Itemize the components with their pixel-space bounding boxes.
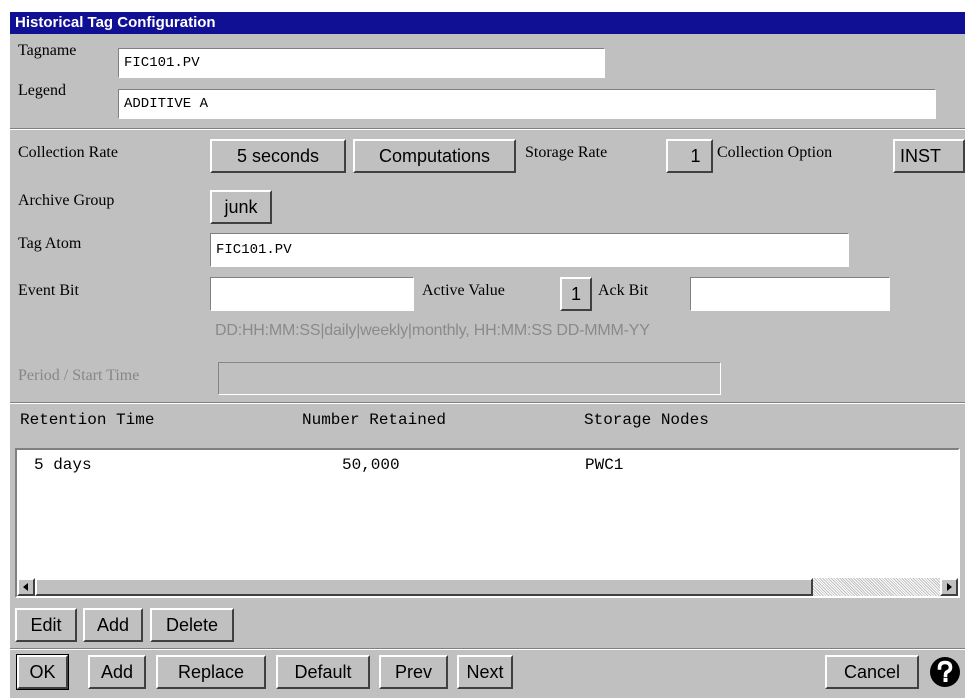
horizontal-scrollbar[interactable]: [17, 578, 958, 596]
column-header-number-retained: Number Retained: [302, 411, 447, 429]
computations-button[interactable]: Computations: [353, 139, 516, 173]
divider: [10, 402, 965, 404]
divider: [10, 128, 965, 130]
period-start-time-field: [218, 362, 721, 395]
time-format-hint: DD:HH:MM:SS|daily|weekly|monthly, HH:MM:…: [215, 322, 650, 339]
edit-button[interactable]: Edit: [15, 608, 77, 642]
event-bit-label: Event Bit: [18, 282, 79, 299]
storage-nodes-cell: PWC1: [585, 456, 624, 474]
period-start-time-label: Period / Start Time: [18, 367, 140, 384]
historical-tag-config-dialog: Historical Tag Configuration Tagname FIC…: [10, 12, 965, 698]
legend-field[interactable]: ADDITIVE A: [118, 89, 936, 119]
delete-button[interactable]: Delete: [150, 608, 234, 642]
ack-bit-label: Ack Bit: [598, 282, 649, 299]
scroll-right-icon[interactable]: [940, 578, 958, 596]
legend-label: Legend: [18, 82, 66, 99]
dialog-title: Historical Tag Configuration: [10, 12, 965, 34]
event-bit-field[interactable]: [210, 277, 414, 311]
column-header-storage-nodes: Storage Nodes: [584, 411, 709, 429]
column-header-retention-time: Retention Time: [20, 411, 155, 429]
collection-option-label: Collection Option: [717, 144, 833, 161]
storage-rate-label: Storage Rate: [525, 144, 608, 161]
tagname-label: Tagname: [18, 42, 77, 59]
archive-group-label: Archive Group: [18, 192, 115, 209]
divider: [10, 648, 965, 650]
replace-button[interactable]: Replace: [156, 655, 266, 689]
ok-button[interactable]: OK: [16, 654, 69, 690]
ack-bit-field[interactable]: [690, 277, 890, 311]
retention-time-cell: 5 days: [34, 456, 92, 474]
next-button[interactable]: Next: [457, 655, 513, 689]
table-row[interactable]: 5 days 50,000 PWC1: [17, 456, 958, 478]
scroll-left-icon[interactable]: [17, 578, 35, 596]
cancel-button[interactable]: Cancel: [825, 655, 919, 689]
default-button[interactable]: Default: [276, 655, 370, 689]
prev-button[interactable]: Prev: [379, 655, 448, 689]
storage-rate-button[interactable]: 1: [666, 139, 713, 173]
tagname-field[interactable]: FIC101.PV: [118, 48, 605, 78]
tag-atom-label: Tag Atom: [18, 235, 82, 252]
help-question-icon[interactable]: [928, 655, 962, 689]
number-retained-cell: 50,000: [342, 456, 400, 474]
collection-option-button[interactable]: INST: [893, 139, 965, 173]
active-value-button[interactable]: 1: [560, 277, 592, 311]
scroll-thumb[interactable]: [35, 578, 813, 596]
tag-atom-field[interactable]: FIC101.PV: [210, 233, 849, 267]
add-button[interactable]: Add: [88, 655, 146, 689]
archive-group-button[interactable]: junk: [210, 190, 272, 224]
collection-rate-button[interactable]: 5 seconds: [210, 139, 346, 173]
collection-rate-label: Collection Rate: [18, 144, 118, 161]
retention-list[interactable]: 5 days 50,000 PWC1: [15, 448, 960, 598]
add-retention-button[interactable]: Add: [83, 608, 143, 642]
active-value-label: Active Value: [422, 282, 505, 299]
